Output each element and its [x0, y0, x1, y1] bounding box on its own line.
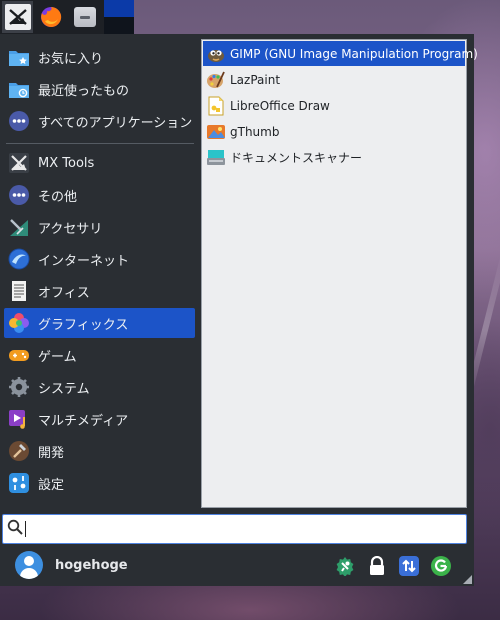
category-label: 設定: [38, 477, 65, 493]
all-apps-icon: [8, 110, 30, 132]
log-out-icon: [431, 556, 451, 576]
category-development[interactable]: 開発: [4, 436, 195, 466]
category-mx-tools[interactable]: MX Tools: [4, 148, 195, 178]
multimedia-icon: [8, 408, 30, 430]
text-caret: [25, 521, 26, 537]
gimp-icon: [206, 44, 226, 64]
settings-manager-button[interactable]: [334, 555, 356, 577]
category-other[interactable]: その他: [4, 180, 195, 210]
graphics-icon: [8, 312, 30, 334]
switch-user-button[interactable]: [398, 555, 420, 577]
app-item-document-scanner[interactable]: ドキュメントスキャナー: [203, 145, 465, 170]
top-panel: [0, 0, 134, 34]
app-label: gThumb: [230, 124, 280, 139]
category-system[interactable]: システム: [4, 372, 195, 402]
office-icon: [8, 280, 30, 302]
menu-launcher-button[interactable]: [2, 1, 34, 33]
category-favorites[interactable]: お気に入り: [4, 42, 195, 72]
category-label: お気に入り: [38, 51, 104, 67]
category-label: マルチメディア: [38, 413, 129, 429]
libreoffice-draw-icon: [206, 96, 226, 116]
category-label: ゲーム: [38, 349, 77, 365]
category-settings[interactable]: 設定: [4, 468, 195, 498]
system-icon: [8, 376, 30, 398]
category-label: システム: [38, 381, 90, 397]
gthumb-icon: [206, 122, 226, 142]
app-item-gimp[interactable]: GIMP (GNU Image Manipulation Program): [203, 41, 478, 66]
app-item-gthumb[interactable]: gThumb: [203, 119, 465, 144]
category-separator: [6, 143, 194, 144]
search-icon: [7, 519, 23, 539]
username: hogehoge: [55, 558, 128, 573]
category-label: その他: [38, 189, 78, 205]
favorites-folder-icon: [8, 46, 30, 68]
workspace-1[interactable]: [104, 0, 134, 17]
log-out-button[interactable]: [430, 555, 452, 577]
accessories-icon: [8, 216, 30, 238]
resize-grip[interactable]: [463, 575, 472, 584]
internet-icon: [8, 248, 30, 270]
search-bar[interactable]: [2, 514, 467, 544]
category-internet[interactable]: インターネット: [4, 244, 195, 274]
workspace-2[interactable]: [104, 17, 134, 34]
switch-user-icon: [399, 556, 419, 576]
category-label: グラフィックス: [38, 317, 129, 333]
lock-screen-button[interactable]: [366, 555, 388, 577]
category-all-applications[interactable]: すべてのアプリケーション: [4, 106, 195, 136]
category-label: 最近使ったもの: [38, 83, 130, 99]
mx-tools-icon: [8, 152, 30, 174]
app-label: LazPaint: [230, 72, 281, 87]
category-label: アクセサリ: [38, 221, 103, 237]
document-scanner-icon: [206, 148, 226, 168]
firefox-launcher[interactable]: [35, 1, 66, 33]
development-icon: [8, 440, 30, 462]
category-recent[interactable]: 最近使ったもの: [4, 74, 195, 104]
firefox-icon: [41, 6, 62, 27]
category-label: インターネット: [38, 253, 130, 269]
category-graphics[interactable]: グラフィックス: [4, 308, 195, 338]
category-games[interactable]: ゲーム: [4, 340, 195, 370]
recent-folder-icon: [8, 78, 30, 100]
category-label: 開発: [38, 445, 65, 461]
category-office[interactable]: オフィス: [4, 276, 195, 306]
app-item-libreoffice-draw[interactable]: LibreOffice Draw: [203, 93, 465, 118]
workspace-pager[interactable]: [104, 0, 134, 34]
whisker-menu: お気に入り 最近使ったもの すべてのアプリケーション MX Tools その他 …: [0, 34, 478, 586]
other-icon: [8, 184, 30, 206]
category-label: オフィス: [38, 285, 90, 301]
category-label: MX Tools: [38, 155, 95, 171]
app-label: ドキュメントスキャナー: [230, 151, 363, 165]
file-manager-icon: [73, 7, 96, 27]
app-label: GIMP (GNU Image Manipulation Program): [230, 46, 478, 61]
user-bar: hogehoge: [0, 548, 474, 586]
lock-icon: [370, 556, 384, 575]
category-multimedia[interactable]: マルチメディア: [4, 404, 195, 434]
search-input[interactable]: [30, 517, 466, 541]
user-avatar-icon: [15, 551, 43, 579]
application-list: GIMP (GNU Image Manipulation Program) La…: [201, 39, 478, 508]
app-label: LibreOffice Draw: [230, 98, 330, 113]
mx-logo-icon: [4, 4, 31, 30]
app-item-lazpaint[interactable]: LazPaint: [203, 67, 465, 92]
category-label: すべてのアプリケーション: [38, 115, 193, 131]
lazpaint-icon: [206, 70, 226, 90]
file-manager-launcher[interactable]: [69, 1, 100, 33]
games-icon: [8, 344, 30, 366]
settings-manager-icon: [336, 557, 354, 576]
settings-icon: [8, 472, 30, 494]
category-accessories[interactable]: アクセサリ: [4, 212, 195, 242]
